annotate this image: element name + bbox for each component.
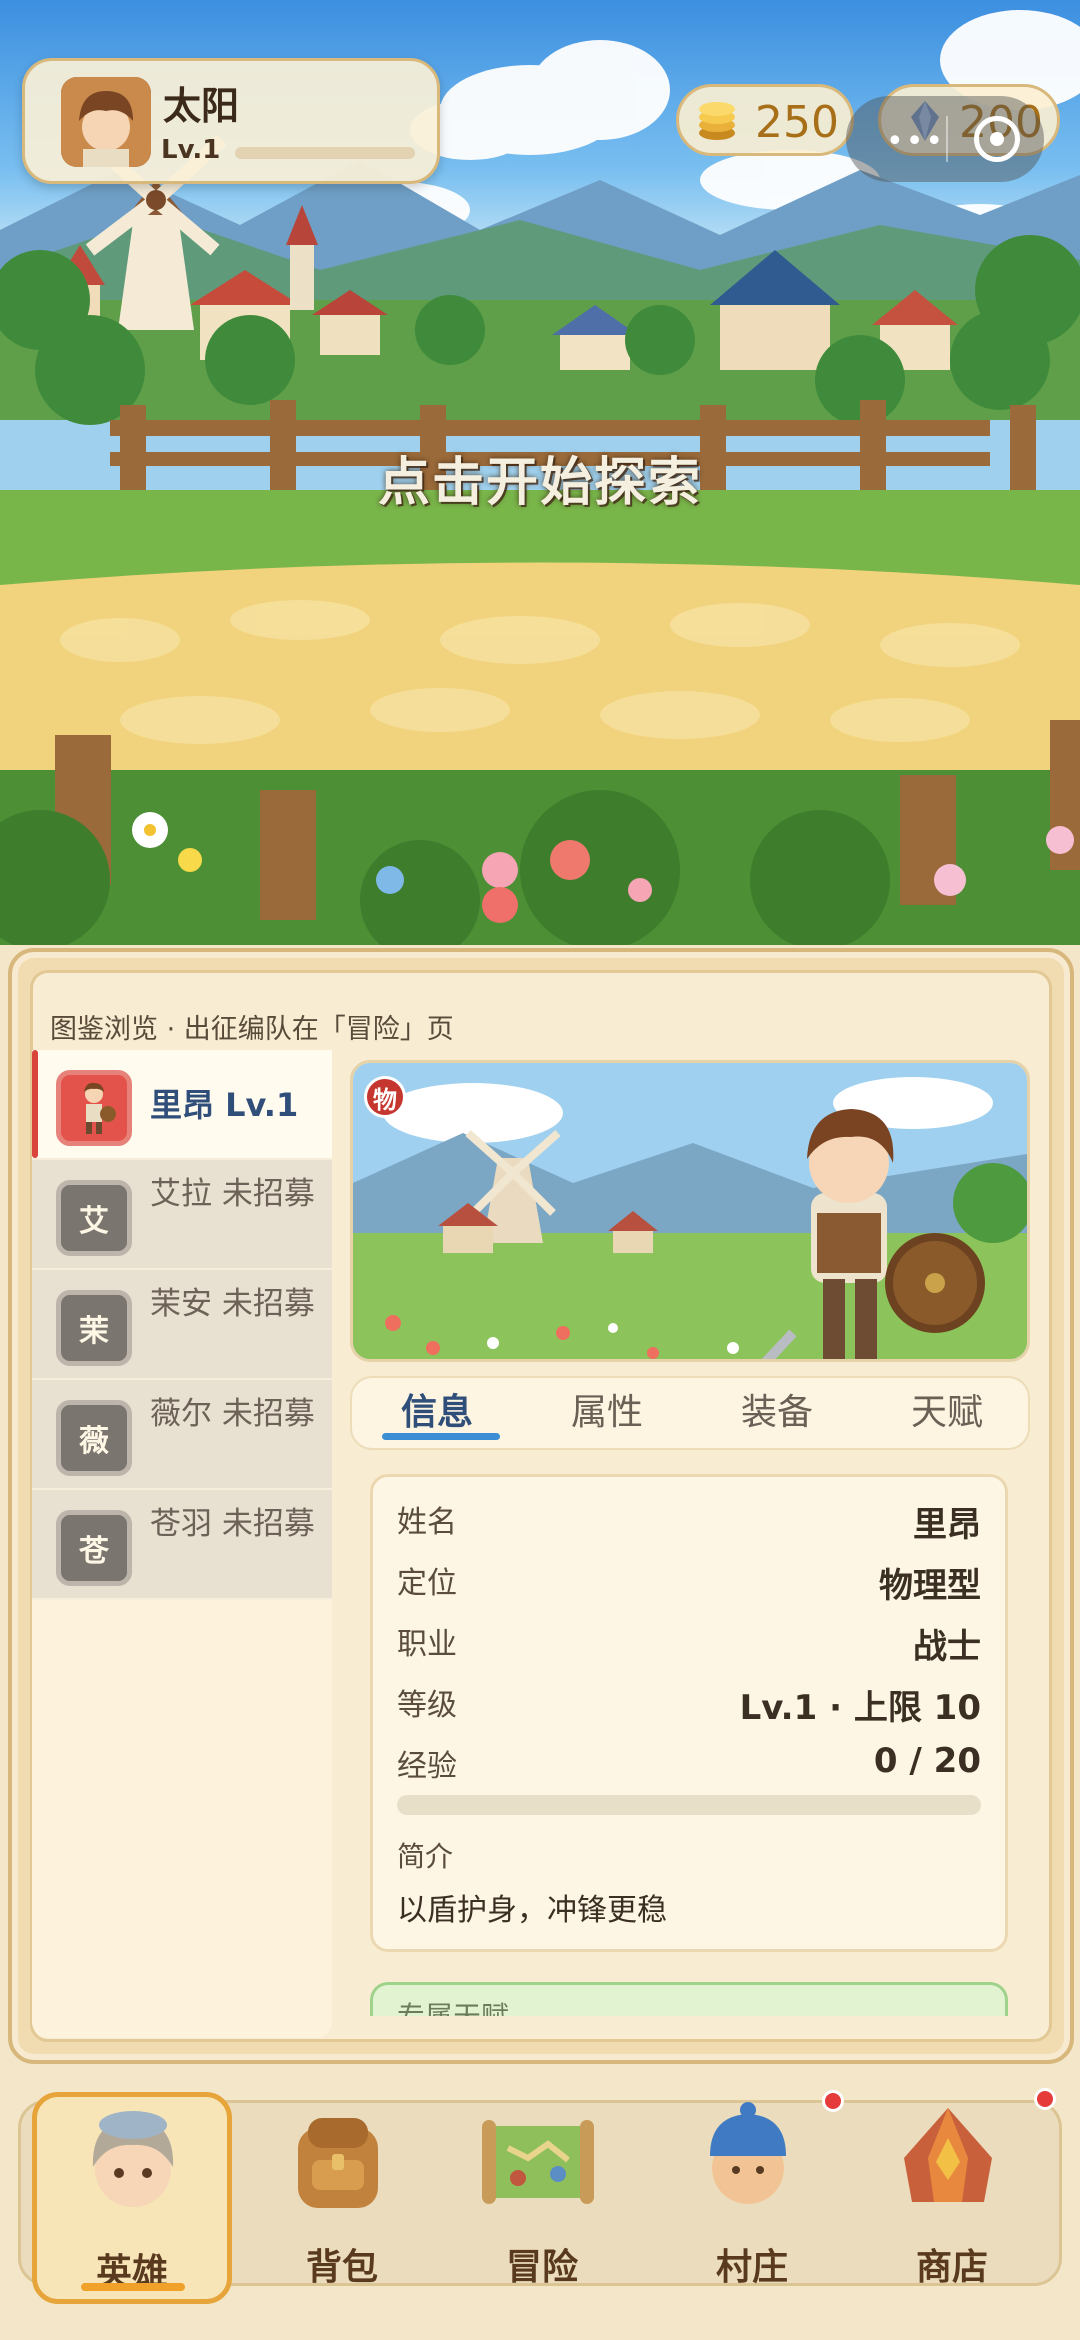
backpack-nav-icon [298, 2118, 378, 2208]
hero-list-item-moan[interactable]: 茉 茉安 未招募 [32, 1270, 332, 1380]
info-row-name: 姓名 里昂 [397, 1497, 981, 1547]
info-value: 战士 [913, 1627, 981, 1667]
capsule-divider [946, 116, 948, 162]
hero-list: 里昂 Lv.1 艾 艾拉 未招募 茉 茉安 未招募 薇 薇尔 未招募 苍 苍羽 … [32, 1050, 332, 2038]
hero-avatar-moan: 茉 [56, 1290, 132, 1366]
hero-detail-tabs: 信息 属性 装备 天赋 [350, 1376, 1030, 1450]
close-target-icon[interactable] [974, 116, 1020, 162]
hero-avatar-weier: 薇 [56, 1400, 132, 1476]
bottom-navigation: 英雄 背包 冒险 村庄 商店 [0, 2064, 1080, 2340]
tab-equipment[interactable]: 装备 [692, 1378, 862, 1448]
nav-village[interactable]: 村庄 [652, 2092, 852, 2304]
shop-tent-nav-icon [904, 2108, 992, 2202]
player-avatar [61, 77, 151, 167]
tab-info[interactable]: 信息 [352, 1378, 522, 1448]
info-key: 定位 [397, 1566, 457, 1601]
shop-notification-dot [1034, 2088, 1056, 2110]
player-profile-card[interactable]: 太阳 Lv.1 [22, 58, 440, 184]
coin-amount: 250 [755, 97, 839, 148]
hero-portrait [350, 1060, 1030, 1362]
info-value: 里昂 [913, 1505, 981, 1545]
physical-type-badge: 物 [364, 1076, 406, 1118]
hero-avatar-cangyu: 苍 [56, 1510, 132, 1586]
info-key: 等级 [397, 1688, 457, 1723]
hero-list-item-weier[interactable]: 薇 薇尔 未招募 [32, 1380, 332, 1490]
tab-talent[interactable]: 天赋 [862, 1378, 1032, 1448]
hero-info-card: 姓名 里昂 定位 物理型 职业 战士 等级 Lv.1 · 上限 10 经验 0 … [370, 1474, 1008, 1952]
hero-avatar-ella: 艾 [56, 1180, 132, 1256]
player-name: 太阳 [163, 84, 240, 128]
exclusive-talent-label: 专属天赋 [397, 1995, 509, 2016]
hero-name-cangyu: 苍羽 未招募 [150, 1506, 315, 1542]
hero-list-item-cangyu[interactable]: 苍 苍羽 未招募 [32, 1490, 332, 1600]
info-key: 经验 [397, 1749, 457, 1784]
hero-name-moan: 茉安 未招募 [150, 1286, 315, 1322]
hero-name-ella: 艾拉 未招募 [150, 1176, 315, 1212]
tab-info-label: 信息 [400, 1392, 473, 1433]
coin-counter[interactable]: 250 [676, 84, 854, 156]
nav-backpack[interactable]: 背包 [242, 2092, 442, 2304]
panel-subtitle: 图鉴浏览 · 出征编队在「冒险」页 [50, 1014, 454, 1045]
active-nav-indicator [81, 2283, 185, 2291]
map-scroll-nav-icon [482, 2120, 594, 2204]
coin-icon [699, 102, 735, 140]
active-tab-indicator [382, 1433, 500, 1440]
start-explore-prompt[interactable]: 点击开始探索 [0, 440, 1080, 515]
description-label: 简介 [397, 1840, 454, 1873]
info-row-role: 定位 物理型 [397, 1558, 981, 1608]
player-level-progress [235, 147, 415, 159]
nav-hero[interactable]: 英雄 [32, 2092, 232, 2304]
info-row-class: 职业 战士 [397, 1619, 981, 1669]
info-value: Lv.1 · 上限 10 [739, 1688, 981, 1728]
village-notification-dot [822, 2090, 844, 2112]
info-key: 姓名 [397, 1505, 457, 1540]
hero-name-weier: 薇尔 未招募 [150, 1396, 315, 1432]
hero-portrait-illustration [353, 1063, 1027, 1359]
nav-adventure[interactable]: 冒险 [442, 2092, 642, 2304]
villager-nav-icon [710, 2102, 786, 2204]
tab-attributes-label: 属性 [570, 1392, 643, 1433]
nav-adventure-label: 冒险 [505, 2247, 578, 2288]
exp-progress-bar [397, 1795, 981, 1815]
exclusive-talent-card[interactable]: 专属天赋 [370, 1982, 1008, 2016]
player-level: Lv.1 [161, 135, 221, 165]
hero-list-item-ella[interactable]: 艾 艾拉 未招募 [32, 1160, 332, 1270]
more-icon[interactable]: ••• [886, 124, 945, 159]
hero-name-leon: 里昂 Lv.1 [150, 1086, 299, 1124]
hero-nav-icon [92, 2111, 174, 2207]
hero-list-item-leon[interactable]: 里昂 Lv.1 [32, 1050, 332, 1160]
info-row-level: 等级 Lv.1 · 上限 10 [397, 1680, 981, 1730]
tab-equipment-label: 装备 [740, 1392, 813, 1433]
info-value: 0 / 20 [873, 1741, 981, 1781]
nav-shop-label: 商店 [915, 2247, 988, 2288]
nav-shop[interactable]: 商店 [852, 2092, 1052, 2304]
tab-attributes[interactable]: 属性 [522, 1378, 692, 1448]
tab-talent-label: 天赋 [910, 1392, 983, 1433]
nav-village-label: 村庄 [715, 2247, 788, 2288]
hero-sprite-icon [84, 1082, 116, 1134]
info-key: 职业 [397, 1627, 457, 1662]
nav-backpack-label: 背包 [305, 2247, 378, 2288]
hero-description: 以盾护身，冲锋更稳 [397, 1893, 667, 1928]
hero-avatar-leon [56, 1070, 132, 1146]
miniprogram-capsule[interactable]: ••• [846, 96, 1044, 182]
explore-scene[interactable]: 太阳 Lv.1 250 200 ••• 点击开始探索 [0, 0, 1080, 945]
info-row-exp: 经验 0 / 20 [397, 1741, 981, 1791]
info-value: 物理型 [879, 1566, 981, 1606]
